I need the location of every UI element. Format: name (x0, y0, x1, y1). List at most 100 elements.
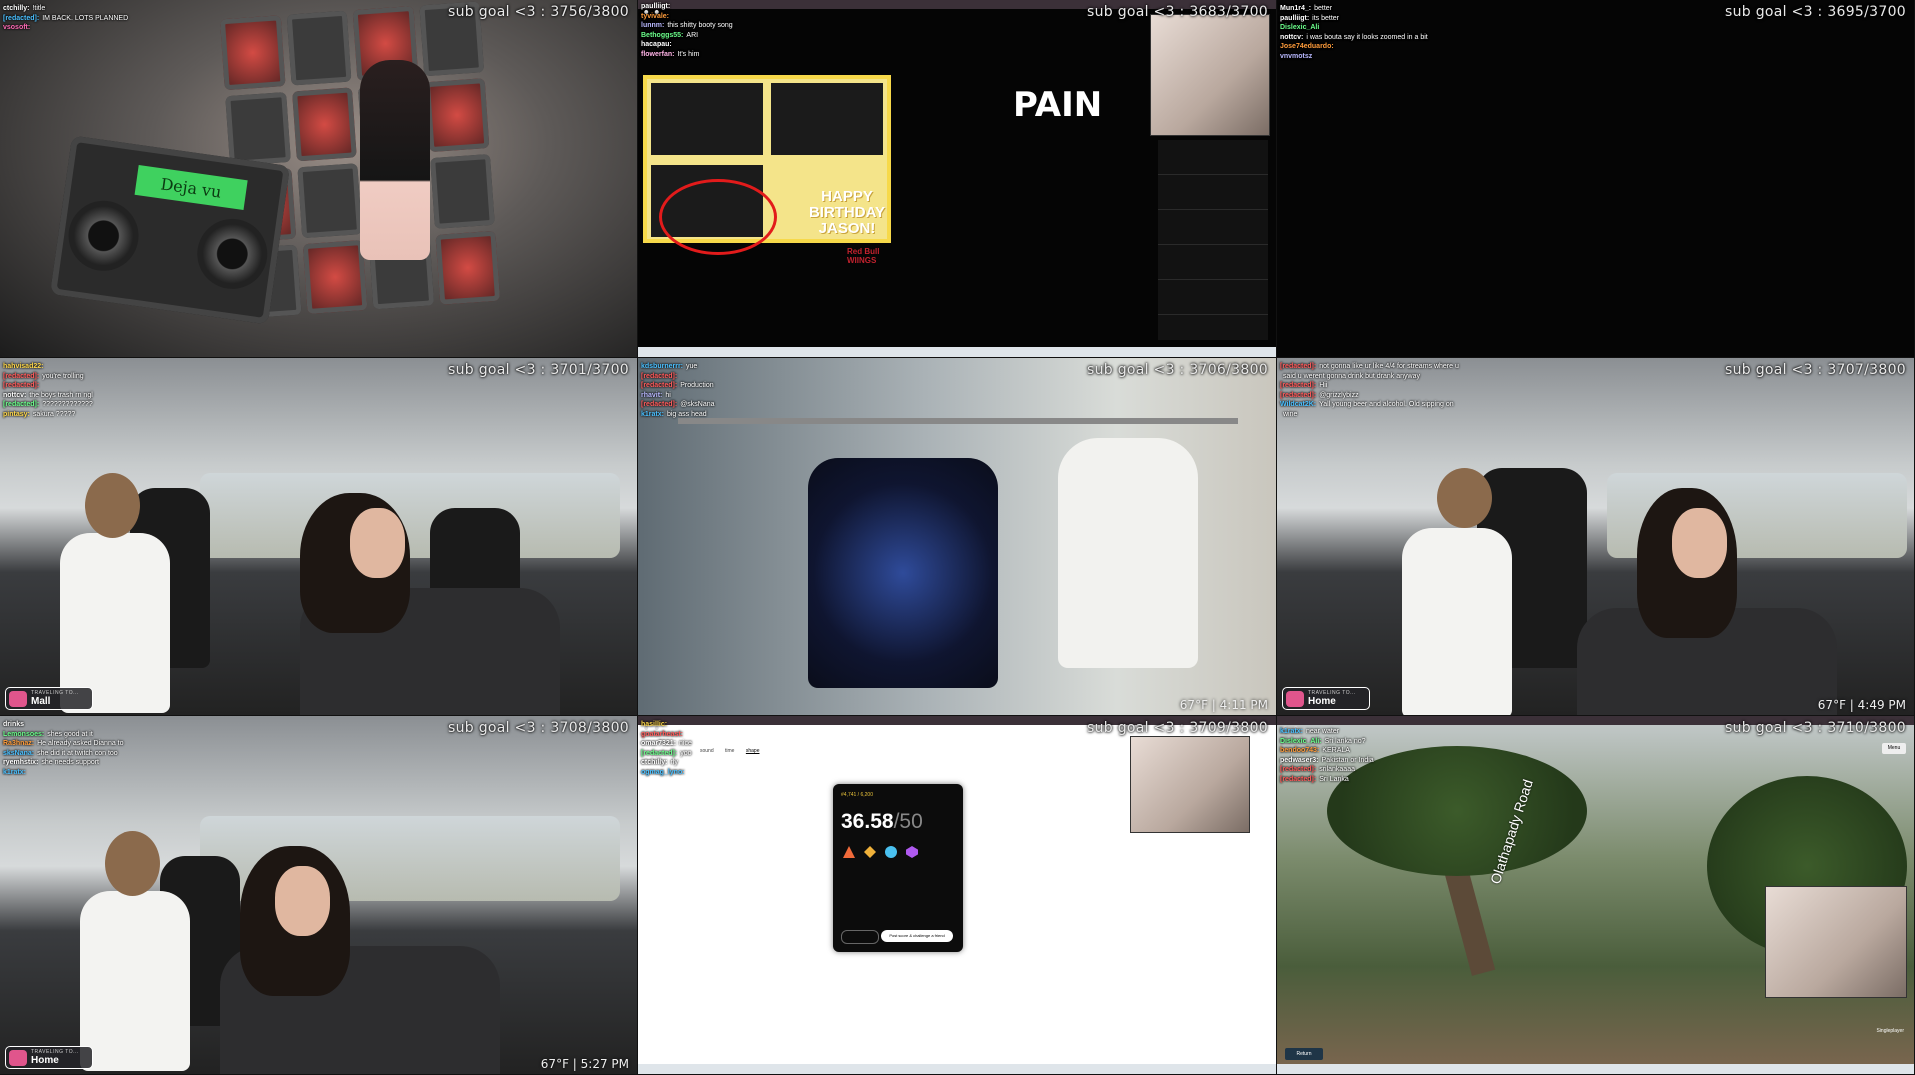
chat-text: Yall young beer and alcohol. Old sipping… (1319, 401, 1454, 408)
secondary-button[interactable] (841, 930, 879, 944)
circle-icon (885, 846, 897, 858)
chat-username: paulliigt: (1280, 14, 1310, 22)
chat-username: [redacted]: (1280, 391, 1317, 399)
red-circle-annotation (659, 179, 777, 255)
chat-overlay: [redacted]: not gonna like ur like 4/4 fo… (1280, 362, 1459, 419)
avatar-character (360, 60, 430, 260)
chat-username: Dislexic_Ali: (1280, 737, 1322, 745)
boombox: Deja vu (49, 135, 291, 325)
chat-text: big ass head (666, 410, 707, 418)
chat-overlay: hahvisad22: [redacted]: you're trolling [re… (3, 362, 93, 419)
tile-6-car-home: TRAVELING TO... Home 67°F | 4:49 PM sub … (1277, 358, 1915, 716)
chat-message: kdsburnerrr: yue (641, 362, 715, 372)
nav-sound[interactable]: sound (700, 748, 714, 754)
chat-text: she needs support (41, 759, 100, 766)
windows-taskbar (638, 1064, 1276, 1074)
chat-message: pintasy: sakura ????? (3, 410, 93, 420)
chat-username: sksNana: (3, 749, 35, 757)
nav-time[interactable]: time (725, 748, 734, 754)
chat-text: better (1314, 5, 1333, 12)
mode-label: Singleplayer (1876, 1028, 1904, 1034)
chat-username: rhavit: (641, 391, 663, 399)
chat-username: pintasy: (3, 410, 30, 418)
chat-username: [redacted]: (641, 749, 678, 757)
weather-time: 67°F | 4:49 PM (1817, 698, 1906, 712)
chat-text: Pakistan or India (1321, 756, 1374, 764)
traveling-badge: TRAVELING TO... Home (5, 1046, 93, 1069)
chat-username: bendoo743: (1280, 747, 1320, 754)
birthday-collage: HAPPY BIRTHDAY JASON! Red Bull WIINGS (643, 75, 891, 265)
chat-message: bendoo743: KERALA (1280, 746, 1374, 756)
sub-goal-label: sub goal <3 : 3709/3800 (1086, 720, 1268, 736)
birthday-title: HAPPY BIRTHDAY JASON! (808, 188, 886, 237)
chat-text: yue (686, 363, 698, 370)
nav-shape[interactable]: shape (746, 748, 760, 754)
chat-message: sksNana: she did it at twitch con too (3, 749, 124, 759)
windows-taskbar (1277, 1064, 1914, 1074)
chat-overlay: ctchilly: !title [redacted]: IM BACK. LOTS … (3, 4, 128, 33)
chat-text: hi (665, 391, 671, 399)
tile-3-blank: sub goal <3 : 3695/3700 Mun1r4_: better pa… (1277, 0, 1915, 358)
chat-message: ctchilly: rly (641, 758, 692, 768)
chat-username: lunnm: (641, 22, 665, 29)
chat-username: goatarheast: (641, 730, 684, 738)
chat-username: [redacted]: (1280, 382, 1317, 389)
chat-message: Dislexic_Ali (1280, 23, 1428, 33)
chat-text: !title (32, 5, 46, 12)
chat-message: [redacted]: (3, 381, 93, 391)
chat-message: k1ratx: near water (1280, 727, 1374, 737)
chat-overlay: hasillic: goatarheast: omar7321: nice [redac… (641, 720, 692, 777)
diamond-icon (864, 846, 876, 858)
chat-username: hacapau: (641, 41, 672, 48)
triangle-icon (843, 846, 855, 858)
chat-text: IM BACK. LOTS PLANNED (42, 14, 129, 22)
travel-destination: Home (31, 1055, 59, 1066)
chat-message: [redacted]: Production (641, 381, 715, 391)
chat-message: [redacted]:????????????? (3, 400, 93, 410)
chat-username: [redacted]: (641, 372, 678, 380)
chat-username: Dislexic_Ali (1280, 24, 1320, 31)
chat-username: nottcv: (1280, 33, 1304, 41)
chat-message: [redacted]: Sri Lanka (1280, 775, 1374, 785)
chat-username: ctchilly: (641, 759, 668, 766)
chat-message: [redacted]: srilankaaaa (1280, 765, 1374, 775)
chat-message: lunnm: this shitty booty song (641, 21, 733, 31)
chat-message: [redacted]: IM BACK. LOTS PLANNED (3, 14, 128, 24)
chat-message: Wildcat2K: Yall young beer and alcohol. O… (1280, 400, 1459, 410)
chat-message: vsosoft: (3, 23, 128, 33)
tile-7-car-home: TRAVELING TO... Home 67°F | 5:27 PM sub … (0, 716, 638, 1075)
chat-username: kdsburnerrr: (641, 363, 684, 370)
post-score-button[interactable]: Post score & challenge a friend (881, 930, 953, 942)
chat-username: Bethoggs55: (641, 31, 684, 39)
sub-goal-label: sub goal <3 : 3710/3800 (1724, 720, 1906, 736)
chat-text: rly (670, 759, 678, 766)
chat-text: not gonna like ur like 4/4 for streams w… (1319, 363, 1459, 370)
chat-username: pedwaser3: (1280, 756, 1319, 764)
chat-message: vnvmotsz (1280, 52, 1428, 62)
chat-message: rhavit: hi (641, 391, 715, 401)
chat-username: hasillic: (641, 721, 668, 728)
chat-message: drinks (3, 720, 124, 730)
tile-5-shop: 67°F | 4:11 PM sub goal <3 : 3706/3800 k… (638, 358, 1277, 716)
chat-message: hasillic: (641, 720, 692, 730)
chat-username: flowerfan: (641, 50, 675, 58)
chat-username: tyvivale: (641, 12, 670, 20)
chat-username: k1ratx: (1280, 728, 1303, 735)
hexagon-icon (906, 846, 918, 858)
chat-message: Bethoggs55: ARI (641, 31, 733, 41)
chat-text: srilankaaaa (1319, 766, 1355, 773)
chat-message: [redacted]: Hii (1280, 381, 1459, 391)
chat-message: hacapau: (641, 40, 733, 50)
chat-username: ctchilly: (3, 5, 30, 12)
chat-username: nottcv: (3, 391, 27, 399)
chat-overlay: paulliigt: tyvivale: lunnm: this shitty boo… (641, 2, 733, 59)
chat-text: its better (1312, 14, 1340, 22)
chat-username: [redacted]: (1280, 363, 1317, 370)
chat-text: said u werent gonna drink but drank anyw… (1283, 372, 1420, 380)
chat-text: the boys trash rn ngl (29, 391, 93, 399)
travel-destination: Home (1308, 696, 1336, 707)
chat-message: omar7321: nice (641, 739, 692, 749)
chat-message: ryemhstix: she needs support (3, 758, 124, 768)
menu-button[interactable]: Menu (1882, 743, 1906, 754)
return-button[interactable]: Return (1285, 1048, 1323, 1060)
